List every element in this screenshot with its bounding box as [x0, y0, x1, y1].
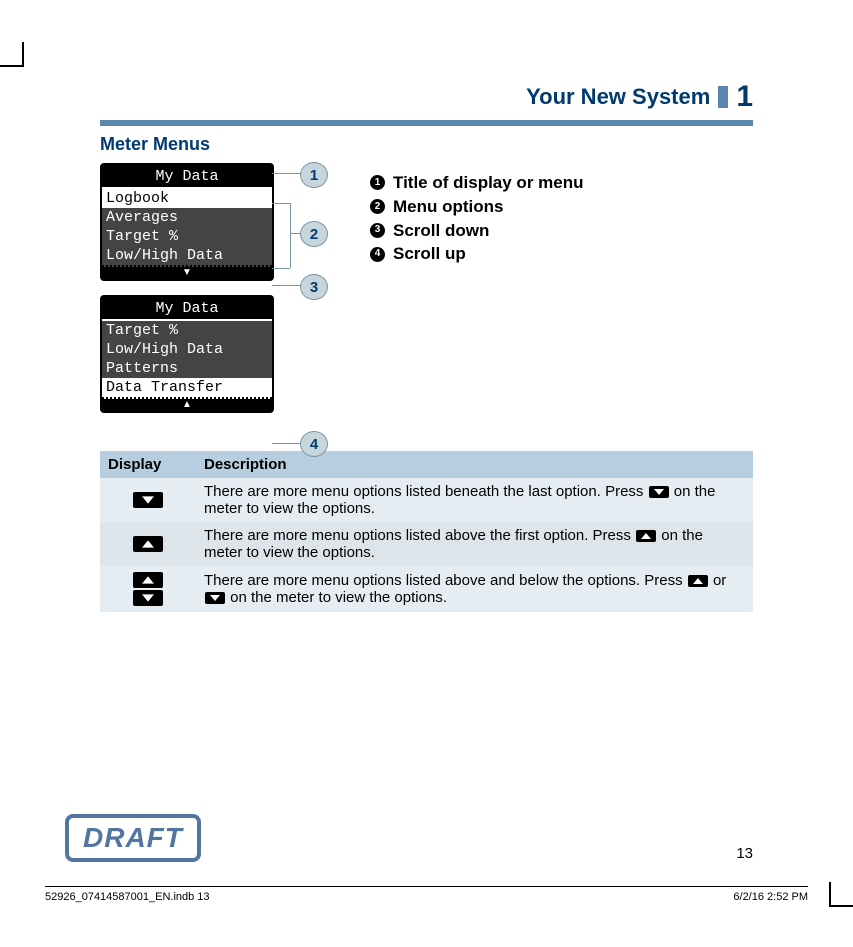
callout-1: 1	[300, 162, 328, 188]
chapter-number: 1	[736, 80, 753, 114]
header-accent	[718, 86, 728, 108]
arrow-down-icon	[205, 592, 225, 604]
scroll-up-icon: ▲	[102, 399, 272, 411]
legend-number: 3	[370, 223, 385, 238]
lcd1-row: Target %	[102, 227, 272, 246]
header-rule	[100, 120, 753, 126]
footer-rule	[45, 886, 808, 887]
arrow-down-icon	[133, 492, 163, 508]
lcd2-row: Data Transfer	[102, 378, 272, 399]
legend-text: Menu options	[393, 195, 503, 219]
callout-4: 4	[300, 431, 328, 457]
lcd2-row: Patterns	[102, 359, 272, 378]
lcd2-row: Low/High Data	[102, 340, 272, 359]
table-desc: There are more menu options listed above…	[204, 527, 635, 544]
footer-filename: 52926_07414587001_EN.indb 13	[45, 891, 210, 903]
table-row: There are more menu options listed above…	[100, 566, 753, 612]
table-desc: There are more menu options listed benea…	[204, 483, 648, 500]
table-row: There are more menu options listed benea…	[100, 478, 753, 522]
scroll-down-icon: ▼	[102, 267, 272, 279]
arrow-down-icon	[649, 486, 669, 498]
chapter-title: Your New System	[526, 84, 710, 110]
legend-item: 1 Title of display or menu	[370, 171, 753, 195]
legend-item: 2 Menu options	[370, 195, 753, 219]
lcd1-row: Low/High Data	[102, 246, 272, 267]
callout-legend: 1 Title of display or menu 2 Menu option…	[370, 163, 753, 266]
callout-3: 3	[300, 274, 328, 300]
table-desc: on the meter to view the options.	[226, 589, 447, 606]
arrow-down-icon	[133, 590, 163, 606]
table-row: There are more menu options listed above…	[100, 522, 753, 566]
arrow-up-icon	[133, 536, 163, 552]
footer-timestamp: 6/2/16 2:52 PM	[733, 891, 808, 903]
lcd2-title: My Data	[102, 297, 272, 321]
draft-watermark: DRAFT	[65, 814, 201, 862]
lcd1-title: My Data	[102, 165, 272, 189]
description-table: Display Description There are more menu …	[100, 451, 753, 612]
legend-number: 4	[370, 247, 385, 262]
lcd1-row: Averages	[102, 208, 272, 227]
table-header-description: Description	[196, 451, 753, 478]
arrow-up-icon	[636, 530, 656, 542]
legend-text: Scroll up	[393, 242, 466, 266]
table-desc: or	[709, 572, 727, 589]
arrow-up-icon	[133, 572, 163, 588]
legend-number: 1	[370, 175, 385, 190]
lcd1-row: Logbook	[102, 189, 272, 208]
meter-screen-1: My Data Logbook Averages Target % Low/Hi…	[100, 163, 274, 281]
table-header-display: Display	[100, 451, 196, 478]
legend-item: 4 Scroll up	[370, 242, 753, 266]
legend-number: 2	[370, 199, 385, 214]
page-number: 13	[736, 845, 753, 862]
legend-text: Title of display or menu	[393, 171, 584, 195]
section-title: Meter Menus	[100, 134, 753, 155]
legend-item: 3 Scroll down	[370, 219, 753, 243]
meter-screen-2: My Data Target % Low/High Data Patterns …	[100, 295, 274, 413]
callout-2: 2	[300, 221, 328, 247]
arrow-up-icon	[688, 575, 708, 587]
table-desc: There are more menu options listed above…	[204, 572, 687, 589]
legend-text: Scroll down	[393, 219, 489, 243]
lcd2-row: Target %	[102, 321, 272, 340]
